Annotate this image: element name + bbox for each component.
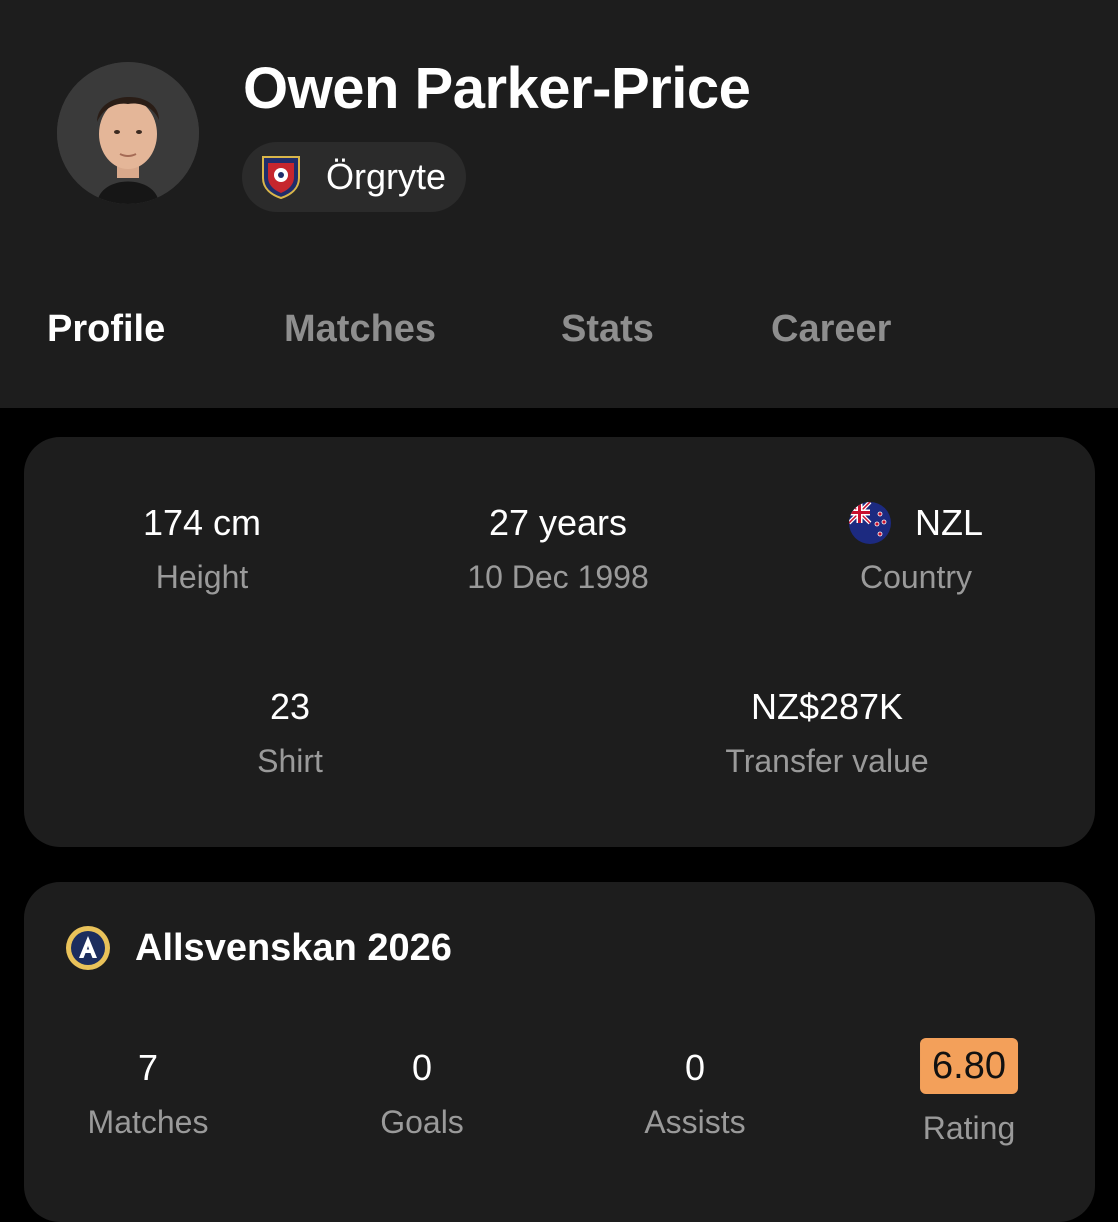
goals-label: Goals [380,1104,464,1140]
tab-career[interactable]: Career [771,308,891,351]
shirt-value: 23 [269,686,311,727]
rating-label: Rating [922,1110,1016,1146]
profile-info-card: 174 cm Height 27 years 10 Dec 1998 NZL C… [24,437,1095,847]
league-title: Allsvenskan 2026 [135,926,452,969]
player-name: Owen Parker-Price [243,56,751,121]
birth-date: 10 Dec 1998 [467,559,649,595]
country-label: Country [859,559,973,595]
tab-matches[interactable]: Matches [284,308,436,351]
tab-bar: Profile Matches Stats Career [0,308,1118,368]
player-avatar [57,62,199,204]
team-chip[interactable]: Örgryte [242,142,467,212]
transfer-value-stat: NZ$287K Transfer value [725,685,928,781]
country-code: NZL [914,502,984,543]
height-stat: 174 cm Height [143,501,261,597]
goals-stat: 0 Goals [380,1046,464,1142]
league-header: Allsvenskan 2026 [65,925,452,971]
goals-value: 0 [411,1047,433,1088]
assists-value: 0 [684,1047,706,1088]
transfer-value: NZ$287K [750,686,904,727]
rating-value-row: 6.80 [920,1038,1018,1094]
rating-badge: 6.80 [920,1038,1018,1094]
allsvenskan-logo-icon [66,926,110,970]
matches-label: Matches [87,1104,209,1140]
height-value: 174 cm [142,502,262,543]
tab-stats[interactable]: Stats [561,308,654,351]
shirt-stat: 23 Shirt [257,685,323,781]
rating-stat: 6.80 Rating [920,1038,1018,1148]
tab-profile[interactable]: Profile [47,308,165,351]
shirt-label: Shirt [257,743,323,779]
country-value-row: NZL [848,501,984,545]
new-zealand-flag-icon [848,502,891,544]
orgryte-crest-icon [262,156,300,200]
assists-stat: 0 Assists [644,1046,745,1142]
league-stats-card[interactable]: Allsvenskan 2026 7 Matches 0 Goals 0 Ass… [24,882,1095,1222]
age-stat: 27 years 10 Dec 1998 [467,501,648,597]
transfer-value-label: Transfer value [725,743,929,779]
height-label: Height [155,559,249,595]
player-header: Owen Parker-Price Örgryte Profile Matche… [0,0,1118,408]
team-name: Örgryte [326,156,447,197]
matches-value: 7 [137,1047,159,1088]
matches-stat: 7 Matches [88,1046,209,1142]
country-stat: NZL Country [848,501,984,597]
age-value: 27 years [488,502,628,543]
assists-label: Assists [644,1104,746,1140]
